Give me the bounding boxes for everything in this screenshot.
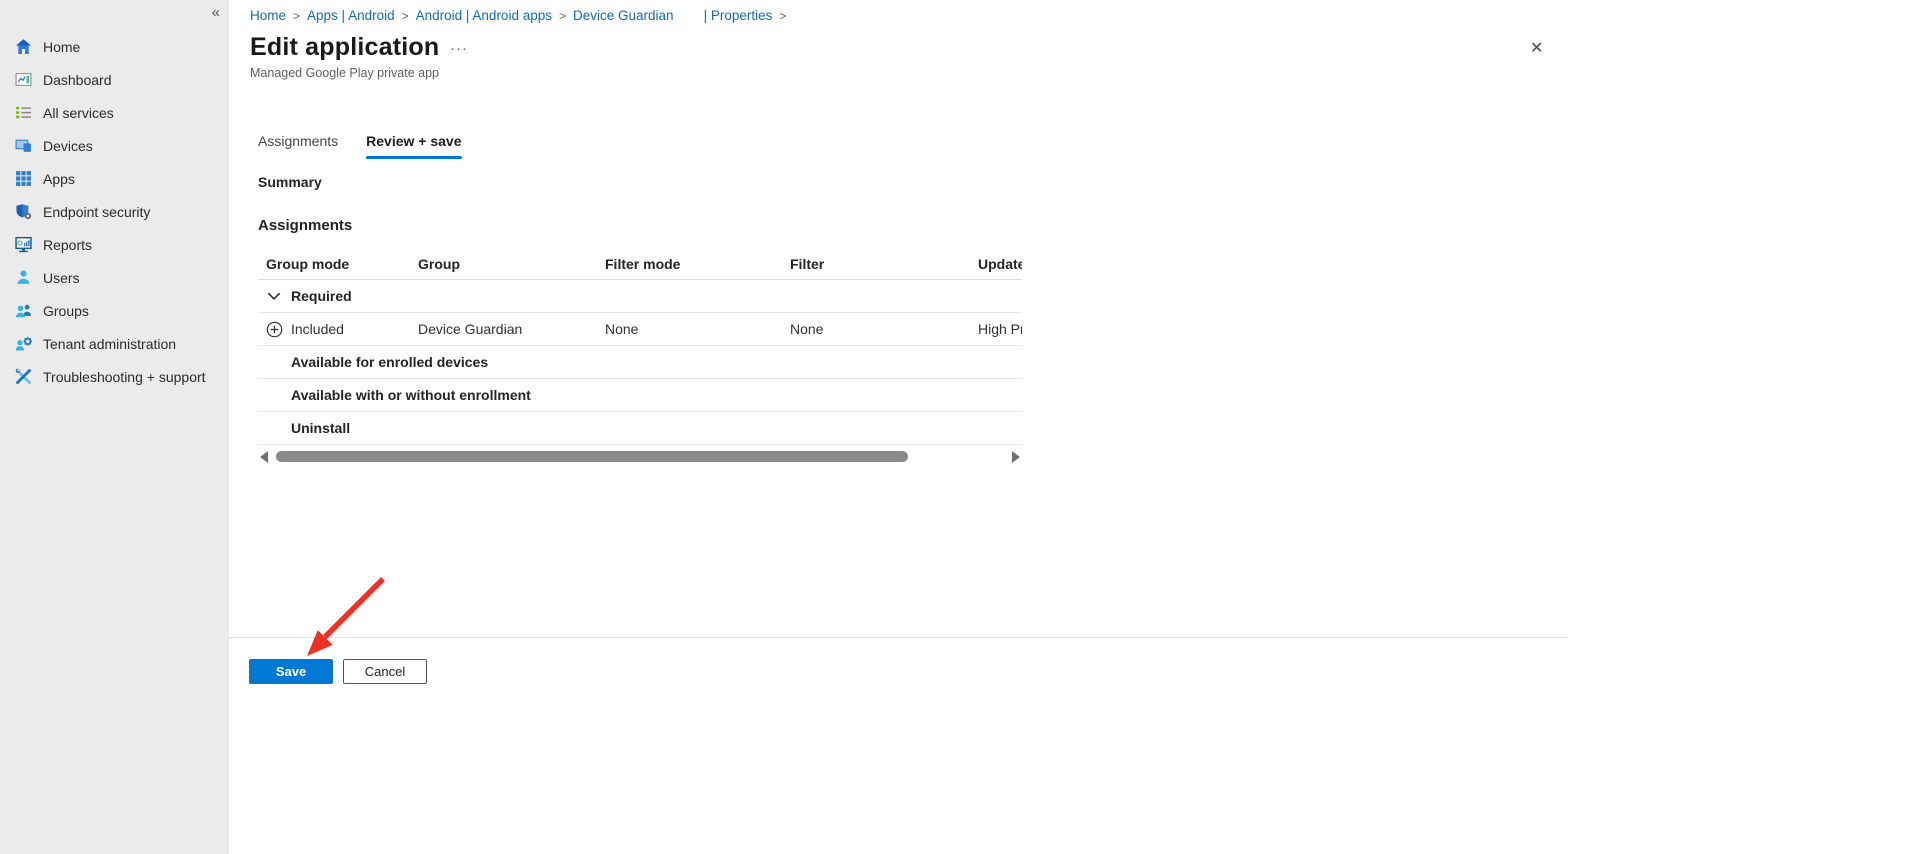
sidebar-item-devices[interactable]: Devices [0,129,229,162]
assignments-table: Group mode Group Filter mode Filter Upda… [258,248,1022,445]
sidebar-item-troubleshooting[interactable]: Troubleshooting + support [0,360,229,393]
sidebar-item-label: All services [43,105,114,121]
column-header-update: Update [970,256,1022,272]
breadcrumb-apps-android[interactable]: Apps | Android [307,8,395,23]
table-section-available-enrolled: Available for enrolled devices [258,346,1022,379]
column-header-filter: Filter [782,256,970,272]
section-label: Uninstall [291,420,350,436]
sidebar-item-label: Endpoint security [43,204,150,220]
cell-update: High Pr [970,321,1022,337]
tab-bar: Assignments Review + save [258,133,462,159]
dashboard-icon [15,71,32,88]
sidebar-item-label: Dashboard [43,72,112,88]
tenant-admin-icon [15,335,32,352]
sidebar-nav: Home Dashboard All services Devices Apps [0,30,229,393]
scrollbar-thumb[interactable] [276,451,908,462]
sidebar-item-label: Users [43,270,80,286]
cell-filter: None [782,321,970,337]
close-icon[interactable]: ✕ [1530,40,1543,56]
table-header-row: Group mode Group Filter mode Filter Upda… [258,248,1022,280]
cancel-button[interactable]: Cancel [343,659,427,684]
devices-icon [15,137,32,154]
table-section-available-without-enrollment: Available with or without enrollment [258,379,1022,412]
breadcrumb-separator: > [293,9,300,23]
save-button[interactable]: Save [249,659,333,684]
sidebar: « Home Dashboard All services Devices [0,0,229,854]
breadcrumb-home[interactable]: Home [250,8,286,23]
sidebar-item-reports[interactable]: Reports [0,228,229,261]
home-icon [15,38,32,55]
endpoint-security-icon [15,203,32,220]
page-title: Edit application [250,33,439,62]
sidebar-item-label: Home [43,39,80,55]
reports-icon [15,236,32,253]
sidebar-item-tenant-administration[interactable]: Tenant administration [0,327,229,360]
chevron-down-icon[interactable] [266,288,282,304]
sidebar-item-dashboard[interactable]: Dashboard [0,63,229,96]
apps-icon [15,170,32,187]
tab-assignments[interactable]: Assignments [258,133,338,159]
sidebar-item-groups[interactable]: Groups [0,294,229,327]
groups-icon [15,302,32,319]
main-content: Home > Apps | Android > Android | Android ap… [229,0,1910,854]
cell-group-mode: Included [291,321,344,337]
troubleshooting-icon [15,368,32,385]
column-header-group: Group [410,256,597,272]
column-header-group-mode: Group mode [258,256,410,272]
table-row-included[interactable]: Included Device Guardian None None High … [258,313,1022,346]
sidebar-item-home[interactable]: Home [0,30,229,63]
breadcrumb-properties[interactable]: | Properties [704,8,773,23]
table-section-uninstall: Uninstall [258,412,1022,445]
assignments-heading: Assignments [258,217,352,234]
scroll-right-icon[interactable] [1012,451,1020,463]
sidebar-item-label: Devices [43,138,93,154]
title-more-menu-icon[interactable]: ··· [450,40,468,57]
scroll-left-icon[interactable] [260,451,268,463]
footer-divider [229,637,1568,638]
plus-circle-icon[interactable] [266,321,283,338]
breadcrumb-separator: > [779,9,786,23]
sidebar-item-users[interactable]: Users [0,261,229,294]
breadcrumb-separator: > [402,9,409,23]
tab-review-save[interactable]: Review + save [366,133,461,159]
breadcrumb-device-guardian[interactable]: Device Guardian [573,8,674,23]
breadcrumb-separator: > [559,9,566,23]
all-services-icon [15,104,32,121]
sidebar-item-endpoint-security[interactable]: Endpoint security [0,195,229,228]
breadcrumb: Home > Apps | Android > Android | Android ap… [250,8,793,23]
summary-heading: Summary [258,174,322,190]
sidebar-collapse-icon[interactable]: « [212,5,220,20]
column-header-filter-mode: Filter mode [597,256,782,272]
section-label: Available with or without enrollment [291,387,531,403]
cell-filter-mode: None [597,321,782,337]
users-icon [15,269,32,286]
cell-group: Device Guardian [410,321,597,337]
section-label: Required [291,288,352,304]
sidebar-item-label: Groups [43,303,89,319]
sidebar-item-label: Troubleshooting + support [43,369,206,385]
section-label: Available for enrolled devices [291,354,488,370]
sidebar-item-apps[interactable]: Apps [0,162,229,195]
sidebar-item-label: Tenant administration [43,336,176,352]
sidebar-item-label: Reports [43,237,92,253]
table-section-required[interactable]: Required [258,280,1022,313]
horizontal-scrollbar[interactable] [258,449,1022,465]
breadcrumb-android-apps[interactable]: Android | Android apps [416,8,552,23]
sidebar-item-all-services[interactable]: All services [0,96,229,129]
sidebar-item-label: Apps [43,171,75,187]
page-subtitle: Managed Google Play private app [250,66,439,80]
